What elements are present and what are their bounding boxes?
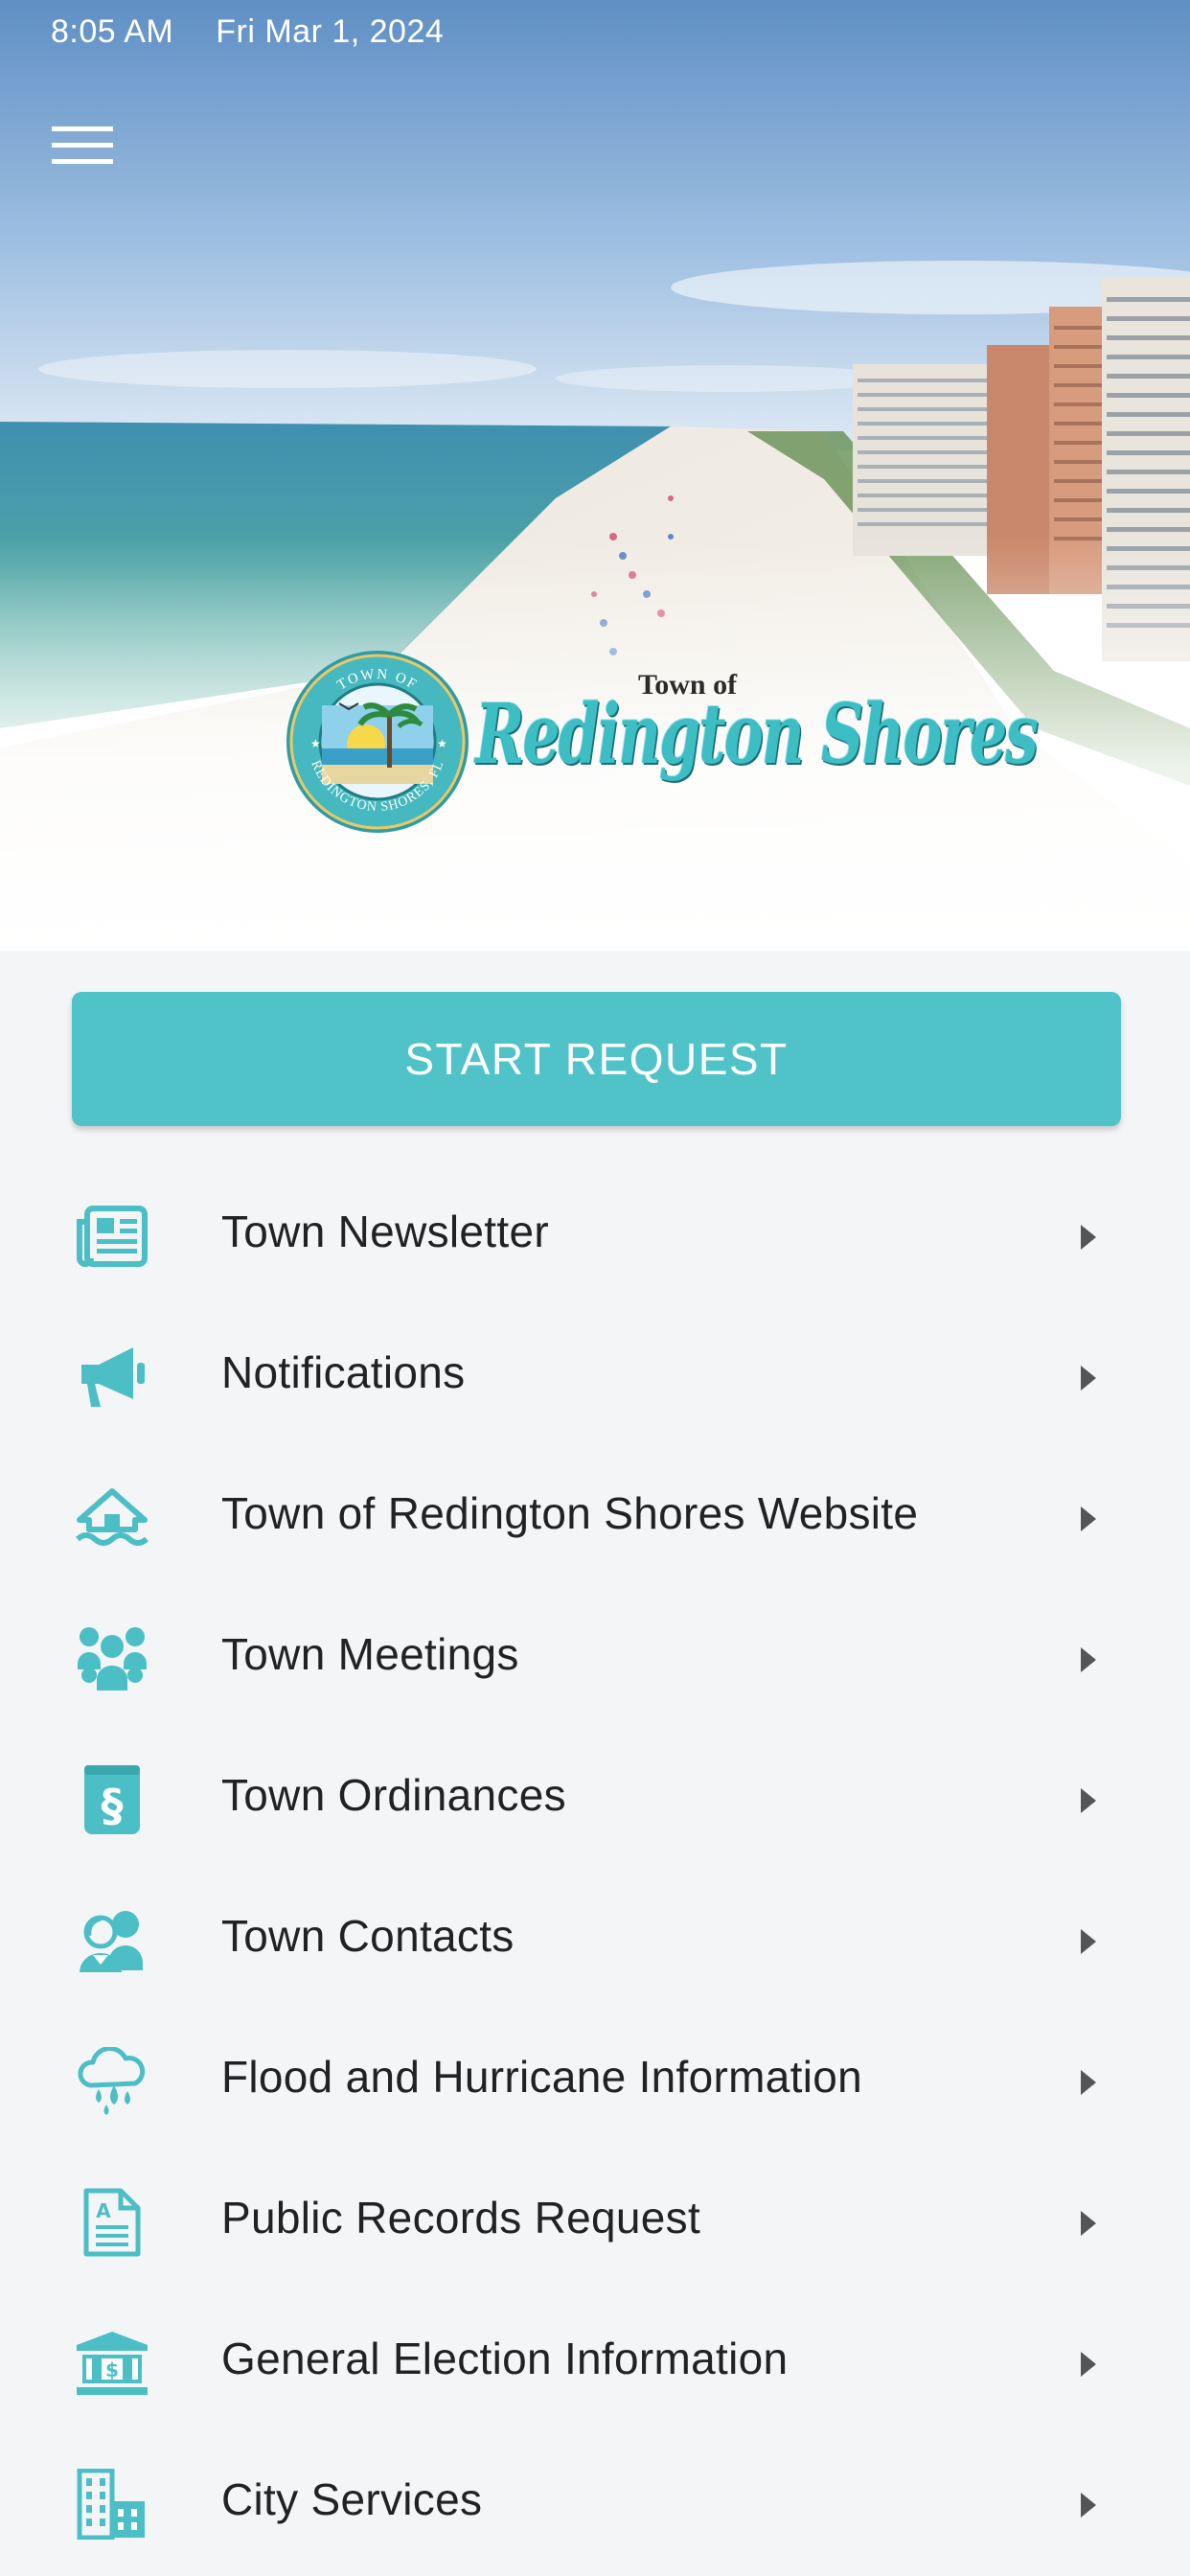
menu-item-public-records-request[interactable]: A Public Records Request	[0, 2150, 1190, 2290]
svg-text:A: A	[96, 2199, 111, 2222]
svg-text:★: ★	[310, 737, 321, 750]
town-seal-icon: TOWN OF REDINGTON SHORES, FL ★ ★	[286, 651, 469, 833]
chevron-right-icon	[1081, 1929, 1096, 1954]
hero-banner: 8:05 AM Fri Mar 1, 2024 TOWN OF REDINGTO…	[0, 0, 1190, 951]
document-icon: A	[74, 2184, 150, 2261]
menu-item-label: Notifications	[221, 1347, 466, 1397]
cloud-rain-icon	[74, 2043, 150, 2120]
menu-item-label: Flood and Hurricane Information	[221, 2052, 862, 2102]
menu-item-town-contacts[interactable]: Town Contacts	[0, 1868, 1190, 2009]
city-buildings-icon	[74, 2466, 150, 2542]
chevron-right-icon	[1081, 1225, 1096, 1250]
main-content: START REQUEST Town Newsletter Notificati…	[0, 951, 1190, 2576]
menu-item-flood-hurricane-info[interactable]: Flood and Hurricane Information	[0, 2009, 1190, 2150]
menu-item-town-website[interactable]: Town of Redington Shores Website	[0, 1445, 1190, 1586]
house-water-icon	[74, 1480, 150, 1556]
menu-item-label: Town of Redington Shores Website	[221, 1488, 919, 1538]
chevron-right-icon	[1081, 2070, 1096, 2095]
government-building-icon: $	[74, 2325, 150, 2402]
status-bar: 8:05 AM Fri Mar 1, 2024	[51, 13, 444, 56]
menu-item-label: Town Meetings	[221, 1629, 519, 1679]
hamburger-menu-icon[interactable]	[52, 117, 132, 174]
chevron-right-icon	[1081, 2211, 1096, 2236]
newspaper-icon	[74, 1198, 150, 1275]
section-book-icon: §	[74, 1761, 150, 1838]
contacts-people-icon	[74, 1902, 150, 1979]
status-time: 8:05 AM	[51, 13, 174, 50]
menu-item-town-meetings[interactable]: Town Meetings	[0, 1586, 1190, 1727]
menu-item-label: City Services	[221, 2474, 483, 2524]
menu-item-city-services[interactable]: City Services	[0, 2431, 1190, 2572]
chevron-right-icon	[1081, 1788, 1096, 1813]
svg-text:$: $	[105, 2358, 119, 2381]
menu-item-label: Town Ordinances	[221, 1770, 566, 1820]
chevron-right-icon	[1081, 2352, 1096, 2377]
menu-item-general-election-info[interactable]: $ General Election Information	[0, 2290, 1190, 2431]
menu-item-town-ordinances[interactable]: § Town Ordinances	[0, 1727, 1190, 1868]
logo-town-name: Redington Shores	[475, 686, 1039, 783]
app-screen: 8:05 AM Fri Mar 1, 2024 TOWN OF REDINGTO…	[0, 0, 1190, 2576]
people-group-icon	[74, 1621, 150, 1697]
menu-item-label: Town Newsletter	[221, 1207, 549, 1256]
chevron-right-icon	[1081, 1647, 1096, 1672]
menu-list: Town Newsletter Notifications Town of Re…	[0, 1163, 1190, 2572]
town-logo: TOWN OF REDINGTON SHORES, FL ★ ★ Town of…	[284, 648, 1039, 836]
chevron-right-icon	[1081, 1506, 1096, 1531]
menu-item-label: General Election Information	[221, 2334, 789, 2383]
chevron-right-icon	[1081, 1366, 1096, 1391]
menu-item-label: Town Contacts	[221, 1911, 515, 1961]
start-request-button[interactable]: START REQUEST	[72, 992, 1121, 1126]
megaphone-icon	[74, 1339, 150, 1415]
svg-text:★: ★	[437, 737, 447, 750]
menu-item-town-newsletter[interactable]: Town Newsletter	[0, 1163, 1190, 1304]
menu-item-notifications[interactable]: Notifications	[0, 1304, 1190, 1445]
svg-text:§: §	[102, 1780, 124, 1831]
menu-item-label: Public Records Request	[221, 2193, 701, 2242]
chevron-right-icon	[1081, 2493, 1096, 2518]
status-date: Fri Mar 1, 2024	[216, 13, 445, 50]
